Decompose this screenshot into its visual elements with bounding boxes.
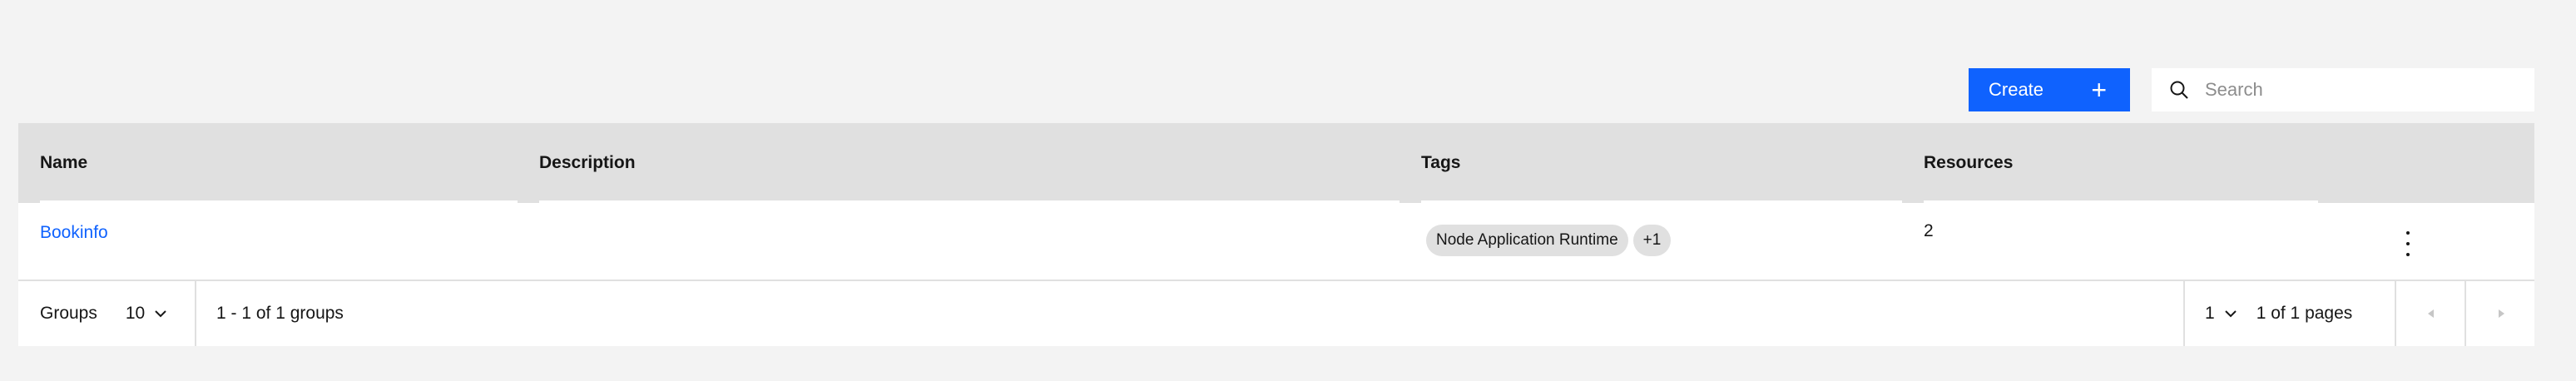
table-row: Bookinfo Node Application Runtime +1 2 [18, 203, 2534, 281]
create-button-label: Create [1989, 79, 2044, 100]
table-header: Name Description Tags Resources [18, 123, 2534, 203]
column-header-resources[interactable]: Resources [1902, 123, 2318, 203]
group-name-link[interactable]: Bookinfo [40, 223, 108, 243]
divider [2183, 281, 2185, 346]
item-range-text: 1 - 1 of 1 groups [216, 304, 344, 323]
create-button[interactable]: Create + [1969, 68, 2130, 111]
groups-table: Name Description Tags Resources Bookinfo… [18, 123, 2534, 346]
page-size-value: 10 [125, 304, 146, 323]
total-pages-text: 1 of 1 pages [2256, 304, 2353, 323]
page-size-select[interactable]: 10 [126, 304, 168, 324]
caret-right-icon [2499, 309, 2504, 318]
pagination-bar: Groups 10 1 - 1 of 1 groups 1 1 of 1 pag… [18, 281, 2534, 346]
page-size-section: Groups 10 [40, 281, 168, 346]
group-tags: Node Application Runtime +1 [1426, 225, 1676, 256]
current-page-value: 1 [2205, 304, 2215, 323]
caret-left-icon [2428, 309, 2434, 318]
group-resources-count: 2 [1924, 221, 1934, 240]
divider [195, 281, 196, 346]
search-icon [2170, 81, 2188, 99]
column-header-description[interactable]: Description [518, 123, 1399, 203]
tag-overflow-chip[interactable]: +1 [1632, 225, 1672, 256]
chevron-down-icon [155, 310, 166, 318]
previous-page-button[interactable] [2396, 281, 2466, 346]
search-input[interactable] [2205, 79, 2521, 101]
tag-chip: Node Application Runtime [1426, 225, 1628, 256]
chevron-down-icon [2224, 310, 2237, 318]
overflow-menu-icon[interactable] [2400, 231, 2416, 256]
items-per-page-label: Groups [40, 304, 97, 323]
toolbar: Create + [18, 68, 2534, 111]
column-header-tags[interactable]: Tags [1399, 123, 1902, 203]
next-page-button[interactable] [2466, 281, 2536, 346]
column-header-name[interactable]: Name [18, 123, 518, 203]
page-select-section: 1 1 of 1 pages [2205, 281, 2352, 346]
plus-icon: + [2091, 75, 2107, 105]
search-box[interactable] [2152, 68, 2534, 111]
page-number-select[interactable]: 1 [2205, 304, 2238, 324]
